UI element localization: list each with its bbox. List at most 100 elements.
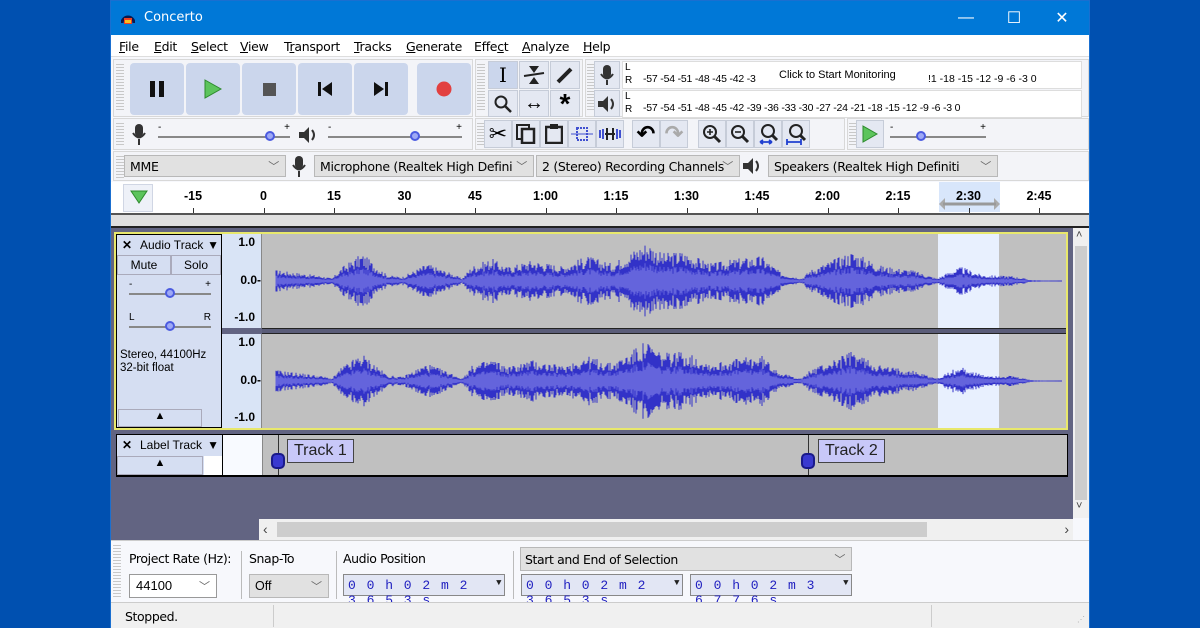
label-1-text[interactable]: Track 1 xyxy=(287,439,354,463)
play-at-speed-button[interactable] xyxy=(856,120,884,148)
slider-thumb[interactable] xyxy=(165,288,175,298)
menu-edit[interactable]: Edit xyxy=(154,39,177,54)
menu-file[interactable]: File xyxy=(119,39,139,54)
label-2-handle[interactable] xyxy=(801,453,815,469)
minimize-button[interactable]: — xyxy=(943,1,989,35)
fit-selection-button[interactable] xyxy=(754,120,782,148)
track-menu-button[interactable]: Label Track ▼ xyxy=(138,436,221,454)
maximize-button[interactable]: ☐ xyxy=(991,1,1037,35)
close-track-button[interactable]: ✕ xyxy=(118,436,136,454)
scroll-left-arrow-icon[interactable]: ‹ xyxy=(263,521,268,537)
skip-to-end-button[interactable] xyxy=(354,63,408,115)
paste-button[interactable] xyxy=(540,120,568,148)
vertical-scrollbar[interactable]: ˄ ˅ xyxy=(1073,228,1089,518)
resize-grip-icon[interactable]: ⋰ xyxy=(1077,615,1085,624)
selection-start-field[interactable]: 0 0 h 0 2 m 2 3.6 5 3 s ▼ xyxy=(521,574,683,608)
toolbar-grip[interactable] xyxy=(116,156,124,178)
multi-tool[interactable]: * xyxy=(550,89,580,117)
menu-help[interactable]: Help xyxy=(583,39,611,54)
label-2-text[interactable]: Track 2 xyxy=(818,439,885,463)
menu-generate[interactable]: Generate xyxy=(406,39,462,54)
playback-meter[interactable]: L R -57 -54 -51 -48 -45 -42 -39 -36 -33 … xyxy=(622,90,1082,118)
selection-mode-select[interactable]: Start and End of Selection ﹀ xyxy=(520,547,852,571)
play-meter-button[interactable] xyxy=(594,90,620,117)
format-dropdown-icon[interactable]: ▼ xyxy=(674,578,681,588)
snap-to-select[interactable]: Off ﹀ xyxy=(249,574,329,598)
recording-channels-select[interactable]: 2 (Stereo) Recording Channels ﹀ xyxy=(536,155,740,177)
toolbar-grip[interactable] xyxy=(116,123,124,147)
recording-volume-slider[interactable]: - + xyxy=(158,122,290,142)
record-meter[interactable]: L R -57 -54 -51 -48 -45 -42 -3 Click to … xyxy=(622,61,1082,89)
timeline-ruler[interactable]: -15 0 15 30 45 1:00 1:15 1:30 1:45 2:00 2:15 2:30 2:… xyxy=(111,182,1089,215)
format-dropdown-icon[interactable]: ▼ xyxy=(843,578,850,588)
monitoring-hint[interactable]: Click to Start Monitoring xyxy=(777,69,898,81)
audio-host-select[interactable]: MME ﹀ xyxy=(124,155,286,177)
audio-position-field[interactable]: 0 0 h 0 2 m 2 3.6 5 3 s ▼ xyxy=(343,574,505,608)
redo-button[interactable]: ↷ xyxy=(660,120,688,148)
slider-thumb[interactable] xyxy=(265,131,276,141)
label-track-area[interactable]: Track 1 Track 2 xyxy=(263,435,1067,475)
copy-button[interactable] xyxy=(512,120,540,148)
recording-device-select[interactable]: Microphone (Realtek High Defini ﹀ xyxy=(314,155,534,177)
gain-slider[interactable]: - + xyxy=(129,279,211,299)
play-button[interactable] xyxy=(186,63,240,115)
stop-button[interactable] xyxy=(242,63,296,115)
mute-button[interactable]: Mute xyxy=(117,255,171,275)
collapse-track-button[interactable]: ▲ xyxy=(118,409,202,427)
ruler-scrub-strip[interactable] xyxy=(111,215,1089,228)
title-bar: Concerto — ☐ ✕ xyxy=(111,1,1089,35)
pinned-play-head-button[interactable] xyxy=(123,184,153,212)
waveform-left-channel[interactable] xyxy=(262,234,1066,328)
zoom-out-button[interactable] xyxy=(726,120,754,148)
cut-button[interactable]: ✂ xyxy=(484,120,512,148)
zoom-tool[interactable] xyxy=(488,90,518,117)
menu-view[interactable]: View xyxy=(240,39,269,54)
vertical-ruler-left[interactable]: 1.0 0.0- -1.0 xyxy=(222,234,262,328)
scroll-up-arrow-icon[interactable]: ˄ xyxy=(1076,229,1082,241)
horizontal-scrollbar[interactable]: ‹ › xyxy=(259,519,1073,540)
track-menu-button[interactable]: Audio Track ▼ xyxy=(138,236,221,254)
menu-transport[interactable]: Transport xyxy=(284,39,340,54)
record-button[interactable] xyxy=(417,63,471,115)
close-button[interactable]: ✕ xyxy=(1039,1,1085,35)
pause-button[interactable] xyxy=(130,63,184,115)
undo-button[interactable]: ↶ xyxy=(632,120,660,148)
solo-button[interactable]: Solo xyxy=(171,255,221,275)
silence-button[interactable] xyxy=(596,120,624,148)
trim-button[interactable] xyxy=(568,120,596,148)
project-rate-select[interactable]: 44100 ﹀ xyxy=(129,574,217,598)
close-track-button[interactable]: ✕ xyxy=(118,236,136,254)
envelope-tool[interactable] xyxy=(519,61,549,89)
menu-tracks[interactable]: Tracks xyxy=(354,39,392,54)
pan-slider[interactable]: LR xyxy=(129,312,211,332)
skip-to-start-button[interactable] xyxy=(298,63,352,115)
toolbar-grip[interactable] xyxy=(116,64,124,112)
slider-thumb[interactable] xyxy=(915,131,926,141)
playback-volume-slider[interactable]: - + xyxy=(328,122,462,142)
vertical-scroll-thumb[interactable] xyxy=(1075,246,1087,500)
toolbar-grip[interactable] xyxy=(113,545,121,599)
menu-analyze[interactable]: Analyze xyxy=(522,39,569,54)
scroll-down-arrow-icon[interactable]: ˅ xyxy=(1076,500,1082,512)
collapse-track-button[interactable]: ▲ xyxy=(117,456,203,475)
label-1-handle[interactable] xyxy=(271,453,285,469)
fit-project-button[interactable] xyxy=(782,120,810,148)
waveform-right-channel[interactable] xyxy=(262,334,1066,428)
selection-end-field[interactable]: 0 0 h 0 2 m 3 6.7 7 6 s ▼ xyxy=(690,574,852,608)
vertical-ruler-right[interactable]: 1.0 0.0- -1.0 xyxy=(222,334,262,428)
format-dropdown-icon[interactable]: ▼ xyxy=(496,578,503,588)
selection-tool[interactable]: I xyxy=(488,61,518,89)
record-meter-button[interactable] xyxy=(594,61,620,89)
draw-tool[interactable] xyxy=(550,61,580,89)
menu-effect[interactable]: Effect xyxy=(474,39,509,54)
horizontal-scroll-thumb[interactable] xyxy=(277,522,927,537)
playback-speed-slider[interactable]: - + xyxy=(890,122,986,142)
slider-thumb[interactable] xyxy=(409,131,420,141)
slider-thumb[interactable] xyxy=(165,321,175,331)
zoom-in-button[interactable] xyxy=(698,120,726,148)
toolbar-grip[interactable] xyxy=(477,64,485,112)
scroll-right-arrow-icon[interactable]: › xyxy=(1064,521,1069,537)
playback-device-select[interactable]: Speakers (Realtek High Definiti ﹀ xyxy=(768,155,998,177)
time-shift-tool[interactable]: ↔ xyxy=(519,90,549,117)
menu-select[interactable]: Select xyxy=(191,39,228,54)
